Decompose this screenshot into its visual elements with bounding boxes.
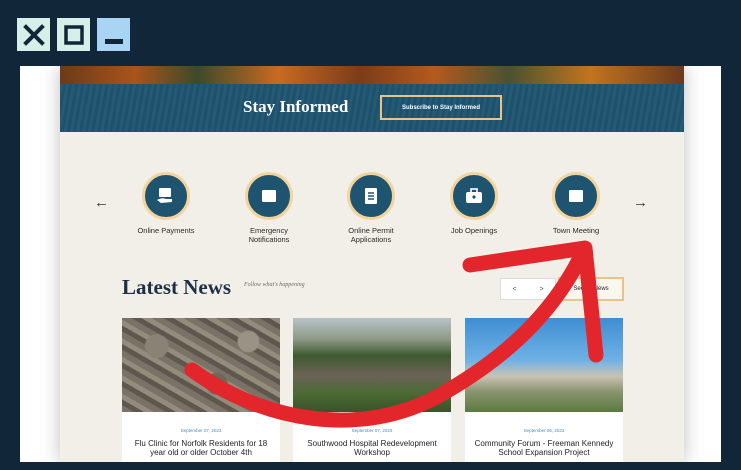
quick-link-online-payments[interactable]: Online Payments: [126, 172, 206, 235]
quick-link-label: Online Payments: [137, 226, 195, 235]
close-button[interactable]: [17, 18, 50, 51]
latest-news-heading: Latest News: [122, 275, 232, 299]
megaphone-icon: [245, 172, 293, 220]
briefcase-icon: [450, 172, 498, 220]
carousel-prev-icon[interactable]: ←: [94, 194, 109, 211]
news-card-headline[interactable]: Community Forum - Freeman Kennedy School…: [465, 439, 623, 457]
carousel-next-icon[interactable]: →: [633, 194, 648, 211]
quick-link-label: Job Openings: [450, 226, 498, 235]
news-card-date: September 06, 2023: [523, 428, 565, 433]
quick-link-label: Town Meeting: [552, 226, 600, 235]
window-frame: Stay Informed Subscribe to Stay Informed…: [0, 0, 741, 470]
quick-link-emergency-notifications[interactable]: Emergency Notifications: [229, 172, 309, 244]
news-card-date: September 07, 2023: [351, 428, 393, 433]
close-x-icon: [22, 23, 45, 46]
hero-image-strip: [60, 66, 684, 84]
news-card-image: [465, 318, 623, 412]
news-prev-icon[interactable]: <: [512, 286, 516, 293]
web-page: Stay Informed Subscribe to Stay Informed…: [60, 66, 684, 462]
news-card[interactable]: September 07, 2023 Southwood Hospital Re…: [293, 318, 451, 462]
latest-news-tagline: Follow what's happening: [244, 282, 305, 288]
quick-link-town-meeting[interactable]: Town Meeting: [536, 172, 616, 235]
megaphone-icon: [552, 172, 600, 220]
minimize-button[interactable]: [97, 18, 130, 51]
news-card[interactable]: September 06, 2023 Community Forum - Fre…: [465, 318, 623, 462]
news-pager: < >: [500, 278, 556, 300]
news-card-headline[interactable]: Southwood Hospital Redevelopment Worksho…: [293, 439, 451, 457]
quick-link-label: Emergency Notifications: [248, 226, 290, 244]
document-icon: [347, 172, 395, 220]
quick-link-label: Online Permit Applications: [348, 226, 394, 244]
quick-link-online-permit-applications[interactable]: Online Permit Applications: [331, 172, 411, 244]
minimize-bar-icon: [104, 38, 123, 44]
news-card-headline[interactable]: Flu Clinic for Norfolk Residents for 18 …: [122, 439, 280, 457]
news-card-date: September 07, 2023: [180, 428, 222, 433]
news-card[interactable]: September 07, 2023 Flu Clinic for Norfol…: [122, 318, 280, 462]
news-card-image: [293, 318, 451, 412]
see-all-news-button[interactable]: See All News: [558, 277, 624, 301]
news-card-image: [122, 318, 280, 412]
stay-informed-title: Stay Informed: [243, 97, 349, 116]
news-next-icon[interactable]: >: [539, 286, 543, 293]
payment-hand-icon: [142, 172, 190, 220]
subscribe-button[interactable]: Subscribe to Stay Informed: [380, 95, 502, 120]
window-controls: [17, 18, 130, 51]
quick-link-job-openings[interactable]: Job Openings: [434, 172, 514, 235]
maximize-square-icon: [63, 24, 84, 45]
browser-viewport: Stay Informed Subscribe to Stay Informed…: [20, 66, 721, 462]
stay-informed-band: Stay Informed Subscribe to Stay Informed: [60, 84, 684, 132]
maximize-button[interactable]: [57, 18, 90, 51]
